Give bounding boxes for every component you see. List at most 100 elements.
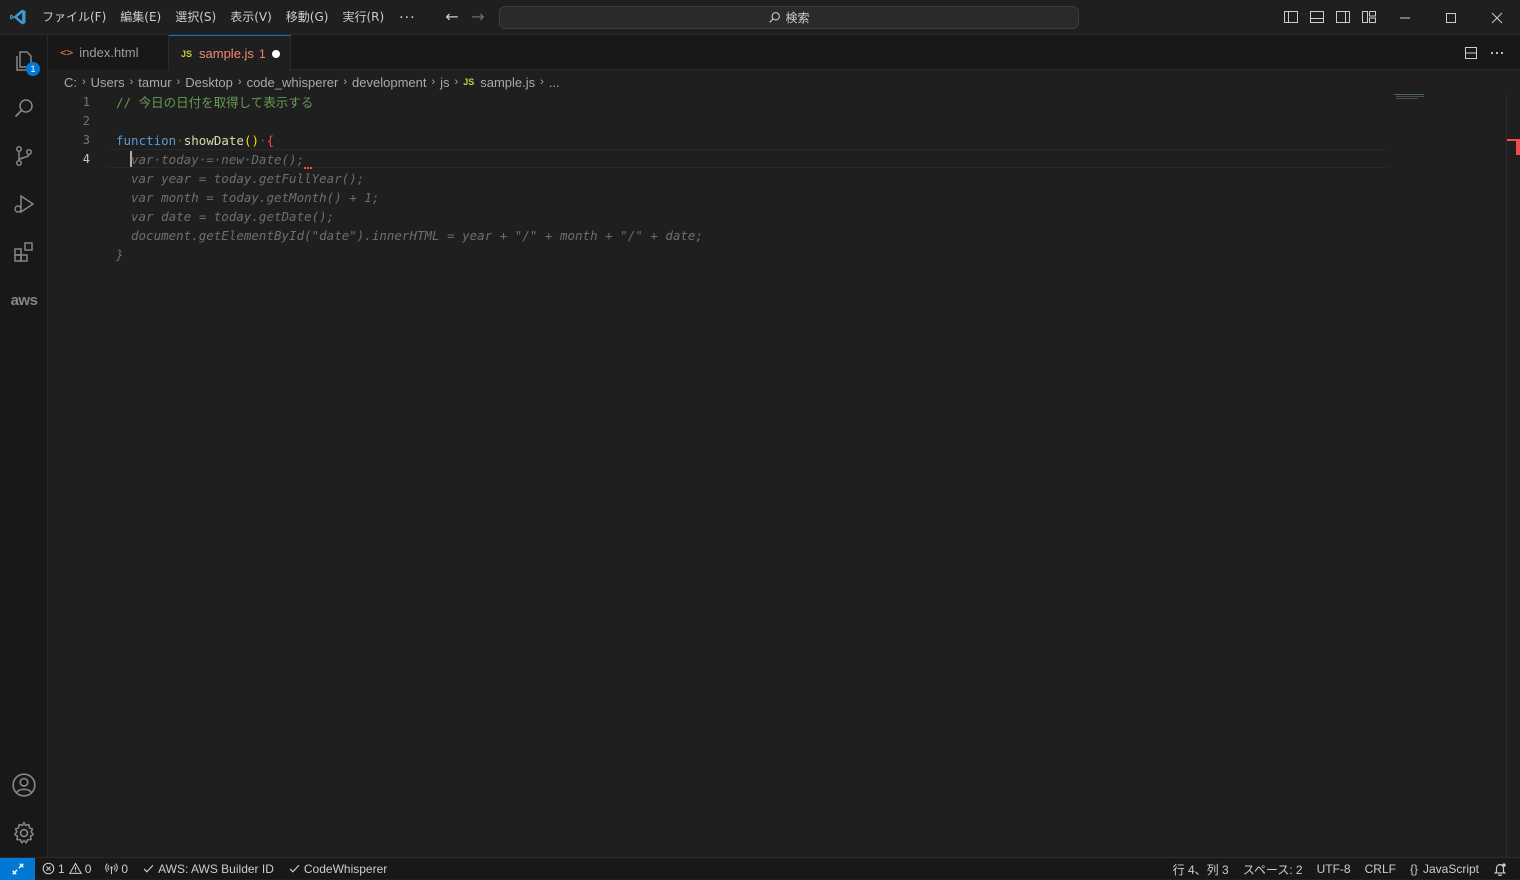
codewhisperer-status[interactable]: CodeWhisperer — [281, 858, 394, 880]
close-window-button[interactable] — [1474, 0, 1520, 35]
back-arrow-icon[interactable]: ← — [443, 8, 461, 26]
minimap-line — [1394, 94, 1424, 95]
encoding[interactable]: UTF-8 — [1310, 858, 1358, 880]
tab-label: sample.js — [199, 46, 254, 61]
indentation[interactable]: スペース: 2 — [1236, 858, 1310, 880]
menu-selection[interactable]: 選択(S) — [168, 0, 223, 35]
language-mode[interactable]: {} JavaScript — [1403, 858, 1486, 880]
gear-icon — [13, 821, 35, 845]
broadcast-icon — [105, 863, 119, 875]
warning-icon — [68, 862, 82, 874]
command-center-search[interactable]: 検索 — [499, 6, 1079, 29]
activity-accounts[interactable] — [0, 761, 48, 809]
tab-sample-js[interactable]: JS sample.js 1 — [169, 35, 291, 71]
error-squiggle — [304, 165, 312, 169]
breadcrumb-more[interactable]: ... — [549, 75, 560, 90]
unsaved-dot-icon[interactable] — [272, 50, 280, 58]
inline-suggestion-line: document.getElementById("date").innerHTM… — [131, 228, 703, 243]
account-icon — [12, 773, 36, 797]
editor-tab-bar: <> index.html JS sample.js 1 — [48, 35, 1520, 71]
menu-more-button[interactable]: ··· — [391, 10, 423, 26]
activity-manage[interactable] — [0, 809, 48, 857]
aws-connection-status[interactable]: AWS: AWS Builder ID — [135, 858, 281, 880]
tab-problem-count: 1 — [258, 46, 266, 61]
chevron-right-icon: › — [237, 76, 242, 88]
aws-icon: aws — [10, 291, 38, 309]
breadcrumb-item[interactable]: tamur — [138, 75, 171, 90]
check-icon — [143, 864, 154, 873]
bell-icon — [1493, 863, 1507, 876]
toggle-primary-sidebar-icon[interactable] — [1283, 9, 1299, 25]
menu-edit[interactable]: 編集(E) — [113, 0, 168, 35]
toggle-panel-icon[interactable] — [1309, 9, 1325, 25]
eol-label: CRLF — [1364, 862, 1396, 876]
breadcrumb-item[interactable]: code_whisperer — [247, 75, 339, 90]
toggle-secondary-sidebar-icon[interactable] — [1335, 9, 1351, 25]
remote-icon — [11, 862, 24, 875]
inline-suggestion-line: var date = today.getDate(); — [131, 209, 335, 224]
inline-suggestion-line: var month = today.getMonth() + 1; — [131, 190, 380, 205]
customize-layout-icon[interactable] — [1361, 9, 1377, 25]
chevron-right-icon: › — [343, 76, 348, 88]
text-cursor — [130, 151, 132, 167]
search-icon — [769, 12, 781, 23]
breadcrumb-file[interactable]: sample.js — [480, 75, 535, 90]
warning-count: 0 — [84, 861, 92, 876]
close-icon — [1491, 12, 1503, 23]
menu-go[interactable]: 移動(G) — [279, 0, 336, 35]
ports-indicator[interactable]: 0 — [98, 858, 135, 880]
maximize-button[interactable] — [1428, 0, 1474, 35]
cursor-position[interactable]: 行 4、列 3 — [1166, 858, 1236, 880]
breadcrumb: C: › Users › tamur › Desktop › code_whis… — [48, 71, 1448, 93]
overview-ruler-error-marker — [1516, 139, 1520, 155]
activity-extensions[interactable] — [0, 228, 48, 276]
breadcrumb-item[interactable]: js — [440, 75, 449, 90]
activity-source-control[interactable] — [0, 132, 48, 180]
inline-suggestion-line: } — [116, 247, 124, 262]
chevron-right-icon: › — [176, 76, 181, 88]
code-editor[interactable]: 1 2 3 4 // 今日の日付を取得して表示する function·showD… — [48, 93, 1520, 857]
menu-bar: ファイル(F) 編集(E) 選択(S) 表示(V) 移動(G) 実行(R) ··… — [35, 0, 424, 35]
chevron-right-icon: › — [129, 76, 134, 88]
breadcrumb-item[interactable]: C: — [64, 75, 77, 90]
html-file-icon: <> — [60, 46, 74, 59]
minimap-line — [1396, 96, 1424, 97]
activity-explorer[interactable]: 1 — [0, 36, 48, 84]
remote-indicator[interactable] — [0, 857, 35, 880]
forward-arrow-icon[interactable]: → — [469, 8, 487, 26]
split-editor-icon[interactable] — [1463, 45, 1479, 61]
title-bar: ファイル(F) 編集(E) 選択(S) 表示(V) 移動(G) 実行(R) ··… — [0, 0, 1520, 35]
activity-aws-toolkit[interactable]: aws — [0, 276, 48, 324]
encoding-label: UTF-8 — [1316, 862, 1351, 876]
check-icon — [289, 864, 300, 873]
breadcrumb-item[interactable]: development — [352, 75, 426, 90]
end-of-line[interactable]: CRLF — [1358, 858, 1403, 880]
activity-run-debug[interactable] — [0, 180, 48, 228]
tab-label: index.html — [79, 45, 139, 60]
minimap[interactable] — [1392, 93, 1492, 123]
run-debug-icon — [14, 194, 35, 214]
minimize-button[interactable] — [1382, 0, 1428, 35]
tab-index-html[interactable]: <> index.html — [48, 35, 169, 70]
menu-run[interactable]: 実行(R) — [335, 0, 391, 35]
minimize-icon — [1400, 17, 1410, 18]
cursor-position-label: 行 4、列 3 — [1172, 862, 1229, 877]
vertical-scrollbar[interactable] — [1506, 93, 1507, 857]
token-keyword: function — [116, 133, 177, 148]
code-line-3: function·showDate()·{ — [116, 133, 275, 148]
chevron-right-icon: › — [82, 76, 86, 88]
status-bar-right: 行 4、列 3 スペース: 2 UTF-8 CRLF {} JavaScript — [1166, 858, 1520, 880]
aws-status-label: AWS: AWS Builder ID — [158, 861, 274, 876]
line-number: 3 — [82, 133, 90, 147]
more-actions-icon[interactable] — [1489, 45, 1505, 61]
notifications[interactable] — [1486, 858, 1520, 880]
activity-search[interactable] — [0, 84, 48, 132]
problems-indicator[interactable]: 1 0 — [35, 858, 98, 880]
indentation-label: スペース: 2 — [1242, 862, 1303, 877]
status-bar: 1 0 0 AWS: AWS Builder ID CodeWhisperer … — [0, 857, 1520, 880]
menu-file[interactable]: ファイル(F) — [35, 0, 113, 35]
minimap-line — [1396, 98, 1418, 99]
breadcrumb-item[interactable]: Users — [91, 75, 125, 90]
menu-view[interactable]: 表示(V) — [223, 0, 279, 35]
breadcrumb-item[interactable]: Desktop — [185, 75, 233, 90]
